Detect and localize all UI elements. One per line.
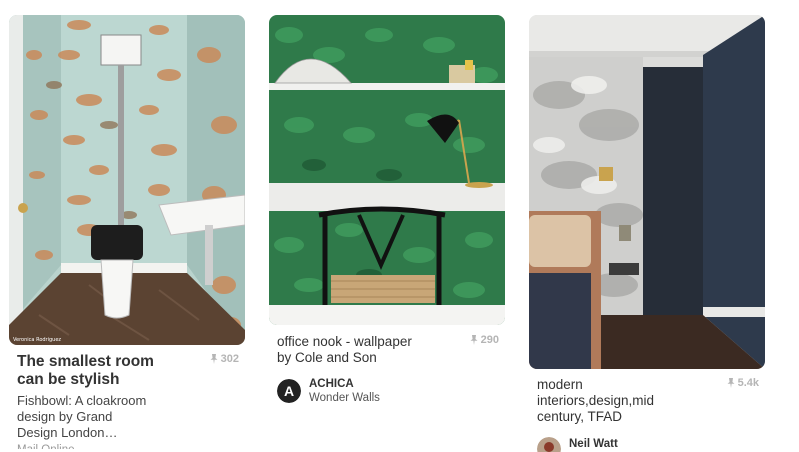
save-count-2: 290 (470, 334, 499, 346)
pinner-attribution[interactable]: A ACHICA Wonder Walls (277, 377, 380, 405)
watermark-text: Veronica Rodriguez (13, 337, 61, 343)
pin-image-1[interactable]: Veronica Rodriguez (9, 15, 245, 345)
pin-title-line: by Cole and Son (277, 350, 377, 365)
save-count-3: 5.4k (727, 377, 759, 389)
avatar[interactable] (537, 437, 561, 452)
pin-image-3[interactable] (529, 15, 765, 369)
pin-title-line: The smallest room (17, 353, 154, 370)
save-count-value: 302 (220, 353, 239, 365)
save-count-1: 302 (210, 353, 239, 365)
avatar-initial: A (284, 383, 294, 399)
pin-title-line: century, TFAD (537, 409, 623, 424)
pin-title-line: office nook - wallpaper (277, 334, 412, 349)
save-count-value: 5.4k (737, 377, 759, 389)
save-count-value: 290 (480, 334, 499, 346)
pin-title-line: can be stylish (17, 371, 120, 388)
avatar[interactable]: A (277, 379, 301, 403)
pinner-name[interactable]: Neil Watt (569, 437, 618, 451)
pinner-attribution[interactable]: Neil Watt (537, 437, 618, 452)
pin-desc-line: Fishbowl: A cloakroom (17, 393, 147, 408)
board-name[interactable]: Wonder Walls (309, 391, 380, 405)
pin-title-2[interactable]: office nook - wallpaper by Cole and Son (277, 334, 499, 366)
source-text: Mail Online (17, 443, 239, 449)
pin-icon (210, 354, 218, 364)
pin-icon (727, 378, 735, 388)
pin-icon (470, 335, 478, 345)
pin-desc-line: Design London… (17, 425, 118, 440)
pin-image-2[interactable] (269, 15, 505, 325)
pin-title-1[interactable]: The smallest room can be stylish (17, 353, 239, 389)
pin-desc-line: design by Grand (17, 409, 113, 424)
pin-title-line: interiors,design,mid (537, 393, 655, 408)
pinner-name[interactable]: ACHICA (309, 377, 380, 391)
pin-description-1: Fishbowl: A cloakroom design by Grand De… (17, 393, 239, 441)
